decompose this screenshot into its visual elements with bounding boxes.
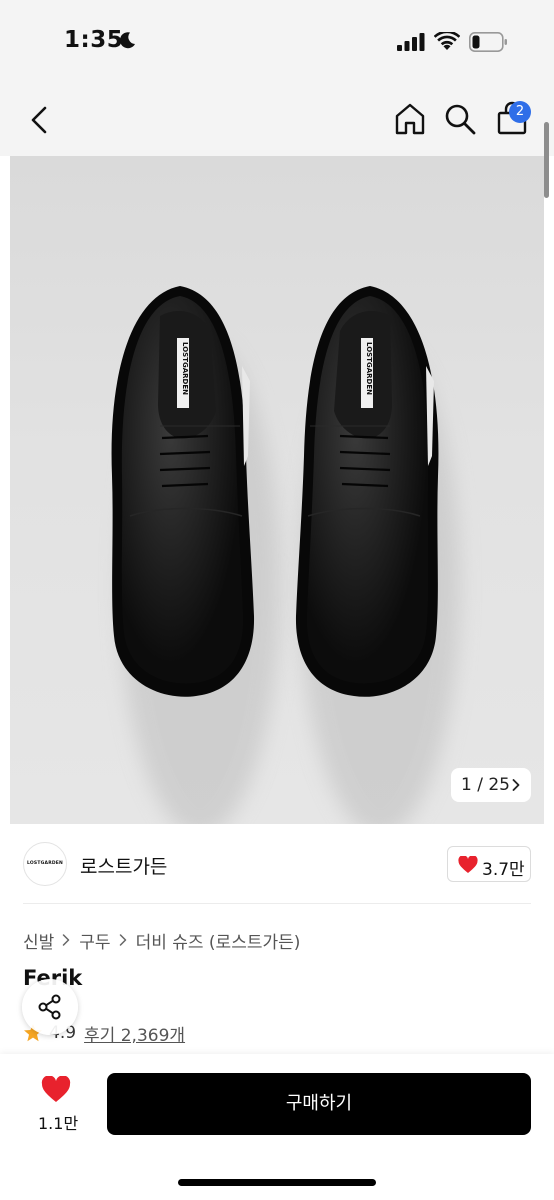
breadcrumb-item[interactable]: 구두: [79, 928, 110, 953]
home-indicator: [178, 1179, 376, 1186]
wish-count: 1.1만: [38, 1114, 79, 1133]
breadcrumb: 신발 구두 더비 슈즈 (로스트가든): [23, 928, 301, 953]
back-icon[interactable]: [24, 102, 56, 138]
brand-logo[interactable]: LOSTGARDEN: [23, 842, 67, 886]
battery-icon: [469, 32, 507, 52]
breadcrumb-item[interactable]: 신발: [23, 928, 54, 953]
chevron-right-icon: [512, 779, 520, 791]
image-counter-text: 1 / 25: [461, 775, 510, 795]
breadcrumb-item[interactable]: 더비 슈즈 (로스트가든): [136, 928, 301, 953]
brand-like-count: 3.7만: [482, 860, 525, 880]
svg-text:LOSTGARDEN: LOSTGARDEN: [365, 342, 373, 395]
buy-button[interactable]: 구매하기: [107, 1073, 531, 1135]
brand-like-button[interactable]: 3.7만: [447, 846, 531, 882]
share-icon: [38, 994, 61, 1020]
search-icon[interactable]: [442, 101, 478, 137]
brand-name[interactable]: 로스트가든: [80, 852, 167, 879]
image-counter[interactable]: 1 / 25: [451, 768, 531, 802]
product-image: LOSTGARDEN LOSTGARDEN: [111, 286, 460, 824]
cart-badge: 2: [509, 101, 531, 123]
chevron-right-icon: [63, 934, 70, 946]
wifi-icon: [434, 32, 460, 50]
heart-icon: [458, 856, 478, 873]
svg-text:LOSTGARDEN: LOSTGARDEN: [181, 342, 189, 395]
product-image-gallery[interactable]: LOSTGARDEN LOSTGARDEN: [10, 156, 544, 824]
heart-icon[interactable]: [41, 1076, 71, 1104]
chevron-right-icon: [119, 934, 126, 946]
moon-icon: [119, 32, 135, 49]
brand-row[interactable]: LOSTGARDEN 로스트가든 3.7만: [0, 824, 554, 904]
status-time: 1:35: [64, 27, 124, 53]
divider: [23, 903, 531, 904]
review-link[interactable]: 후기 2,369개: [84, 1021, 185, 1046]
share-button[interactable]: [22, 979, 78, 1035]
scrollbar[interactable]: [544, 122, 549, 198]
top-nav-bar: [0, 84, 554, 156]
home-icon[interactable]: [392, 101, 428, 137]
signal-icon: [397, 33, 425, 51]
brand-logo-text: LOSTGARDEN: [26, 861, 64, 866]
status-bar: 1:35: [0, 0, 554, 84]
